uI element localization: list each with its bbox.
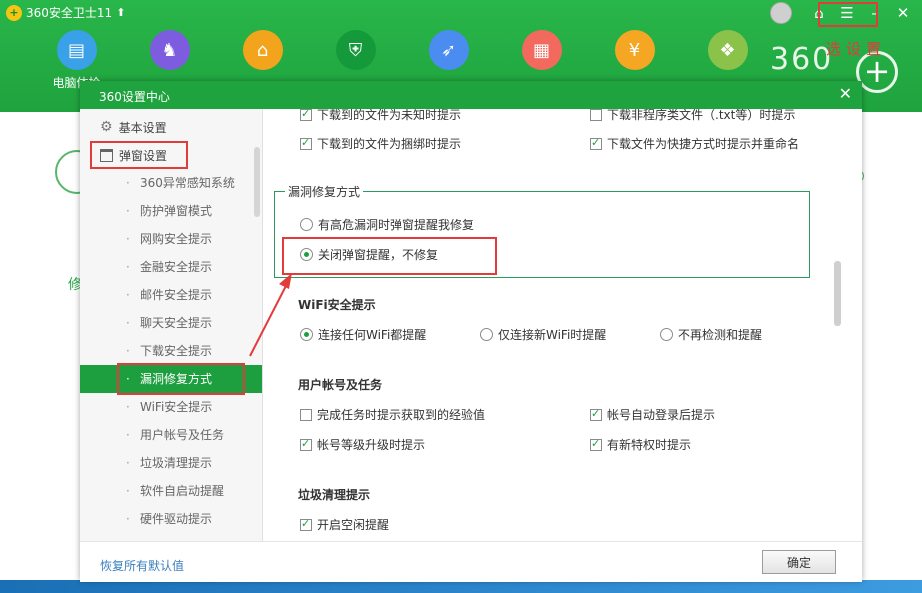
shield-icon: ⛨ — [335, 30, 376, 70]
option-label: 不再检测和提醒 — [678, 328, 763, 342]
option-row[interactable]: 下载到的文件为未知时提示 — [300, 109, 461, 123]
sidebar-item[interactable]: 软件自启动提醒 — [80, 477, 262, 505]
radio-button[interactable] — [660, 328, 673, 341]
option-label: 帐号自动登录后提示 — [607, 408, 716, 422]
option-row[interactable]: 连接任何WiFi都提醒 — [300, 326, 426, 343]
option-row[interactable]: 完成任务时提示获取到的经验值 — [300, 406, 485, 423]
settings-content: 下载到的文件为未知时提示 下载非程序类文件（.txt等）时提示 下载到的文件为捆… — [266, 109, 846, 541]
option-row[interactable]: 仅连接新WiFi时提醒 — [480, 326, 606, 343]
sidebar-item[interactable]: 硬件驱动提示 — [80, 505, 262, 533]
account-title: 用户帐号及任务 — [298, 378, 383, 392]
brand-logo: 360 — [770, 42, 834, 77]
option-row[interactable]: 有高危漏洞时弹窗提醒我修复 — [300, 216, 474, 233]
sidebar-item[interactable]: WiFi安全提示 — [80, 393, 262, 421]
junk-title: 垃圾清理提示 — [298, 488, 371, 502]
checkbox[interactable] — [300, 517, 312, 531]
sidebar-item[interactable]: 垃圾清理提示 — [80, 449, 262, 477]
annotation-box-popup-settings — [90, 141, 188, 169]
avatar-icon[interactable] — [770, 2, 792, 24]
dialog-title: 360设置中心 — [99, 90, 170, 104]
option-row[interactable]: 有新特权时提示 — [590, 436, 691, 453]
option-row[interactable]: 下载到的文件为捆绑时提示 — [300, 135, 461, 152]
sidebar-item[interactable]: 防护弹窗模式 — [80, 197, 262, 225]
apps-icon: ❖ — [707, 30, 748, 70]
annotation-box-vuln-item — [117, 363, 245, 395]
annotation-text: 选设置 — [826, 40, 887, 58]
sidebar-item[interactable]: 360异常感知系统 — [80, 169, 262, 197]
wifi-title: WiFi安全提示 — [298, 298, 376, 312]
dialog-footer: 恢复所有默认值 确定 — [80, 541, 862, 582]
sidebar-item[interactable]: 金融安全提示 — [80, 253, 262, 281]
option-row[interactable]: 帐号自动登录后提示 — [590, 406, 715, 423]
app-logo-icon: + — [6, 4, 22, 21]
option-label: 完成任务时提示获取到的经验值 — [317, 408, 486, 422]
settings-dialog: 360设置中心 ✕ ⚙ 基本设置 弹窗设置 360异常感知系统 防护弹窗模式 网… — [80, 81, 862, 582]
ok-button[interactable]: 确定 — [762, 550, 836, 574]
content-scrollbar[interactable] — [834, 261, 841, 326]
option-label: 有高危漏洞时弹窗提醒我修复 — [318, 218, 475, 232]
horse-icon: ♞ — [149, 30, 190, 70]
option-label: 开启空闲提醒 — [317, 518, 390, 532]
restore-defaults-link[interactable]: 恢复所有默认值 — [100, 557, 184, 574]
option-label: 连接任何WiFi都提醒 — [318, 328, 427, 342]
annotation-box-menu — [818, 2, 878, 27]
option-row[interactable]: 帐号等级升级时提示 — [300, 436, 425, 453]
medal-icon: ¥ — [614, 30, 655, 70]
option-label: 下载非程序类文件（.txt等）时提示 — [607, 109, 796, 122]
sidebar-item[interactable]: 邮件安全提示 — [80, 281, 262, 309]
app-title-area: + 360安全卫士11 ⬆ — [6, 4, 125, 21]
sidebar-scrollbar[interactable] — [254, 147, 260, 217]
dialog-header: 360设置中心 ✕ — [80, 81, 862, 109]
sidebar-item[interactable]: 下载安全提示 — [80, 337, 262, 365]
settings-sidebar: ⚙ 基本设置 弹窗设置 360异常感知系统 防护弹窗模式 网购安全提示 金融安全… — [80, 109, 263, 541]
sidebar-item[interactable]: 聊天安全提示 — [80, 309, 262, 337]
checkbox[interactable] — [300, 109, 312, 121]
grid-icon: ▦ — [521, 30, 562, 70]
rocket-icon: ➶ — [428, 30, 469, 70]
checkbox[interactable] — [300, 136, 312, 150]
option-row[interactable]: 不再检测和提醒 — [660, 326, 762, 343]
checkbox[interactable] — [590, 437, 602, 451]
checkbox[interactable] — [300, 437, 312, 451]
broom-icon: ⌂ — [242, 30, 283, 70]
checkbox[interactable] — [300, 408, 312, 421]
option-label: 下载到的文件为捆绑时提示 — [317, 137, 462, 151]
radio-button[interactable] — [300, 218, 313, 231]
sidebar-group-basic[interactable]: ⚙ 基本设置 — [80, 113, 262, 141]
dialog-close-icon[interactable]: ✕ — [839, 84, 852, 103]
option-label: 仅连接新WiFi时提醒 — [498, 328, 607, 342]
option-row[interactable]: 开启空闲提醒 — [300, 516, 389, 533]
option-label: 有新特权时提示 — [607, 438, 692, 452]
checkbox[interactable] — [590, 407, 602, 421]
option-label: 帐号等级升级时提示 — [317, 438, 426, 452]
app-title: 360安全卫士11 — [26, 6, 113, 20]
annotation-box-close-popup-option — [282, 237, 497, 275]
option-label: 下载到的文件为未知时提示 — [317, 109, 462, 122]
vuln-title: 漏洞修复方式 — [285, 183, 364, 200]
checkbox[interactable] — [590, 136, 602, 150]
sidebar-group-label: 基本设置 — [118, 120, 167, 135]
radio-button[interactable] — [300, 328, 313, 341]
checkbox[interactable] — [590, 109, 602, 121]
sidebar-item[interactable]: 网购安全提示 — [80, 225, 262, 253]
sidebar-item[interactable]: 用户帐号及任务 — [80, 421, 262, 449]
option-row[interactable]: 下载非程序类文件（.txt等）时提示 — [590, 109, 795, 123]
monitor-icon: ▤ — [56, 30, 97, 70]
upgrade-icon[interactable]: ⬆ — [116, 6, 125, 19]
close-icon[interactable]: ✕ — [892, 2, 914, 24]
radio-button[interactable] — [480, 328, 493, 341]
option-row[interactable]: 下载文件为快捷方式时提示并重命名 — [590, 135, 799, 152]
gear-icon: ⚙ — [100, 119, 113, 135]
option-label: 下载文件为快捷方式时提示并重命名 — [607, 137, 800, 151]
